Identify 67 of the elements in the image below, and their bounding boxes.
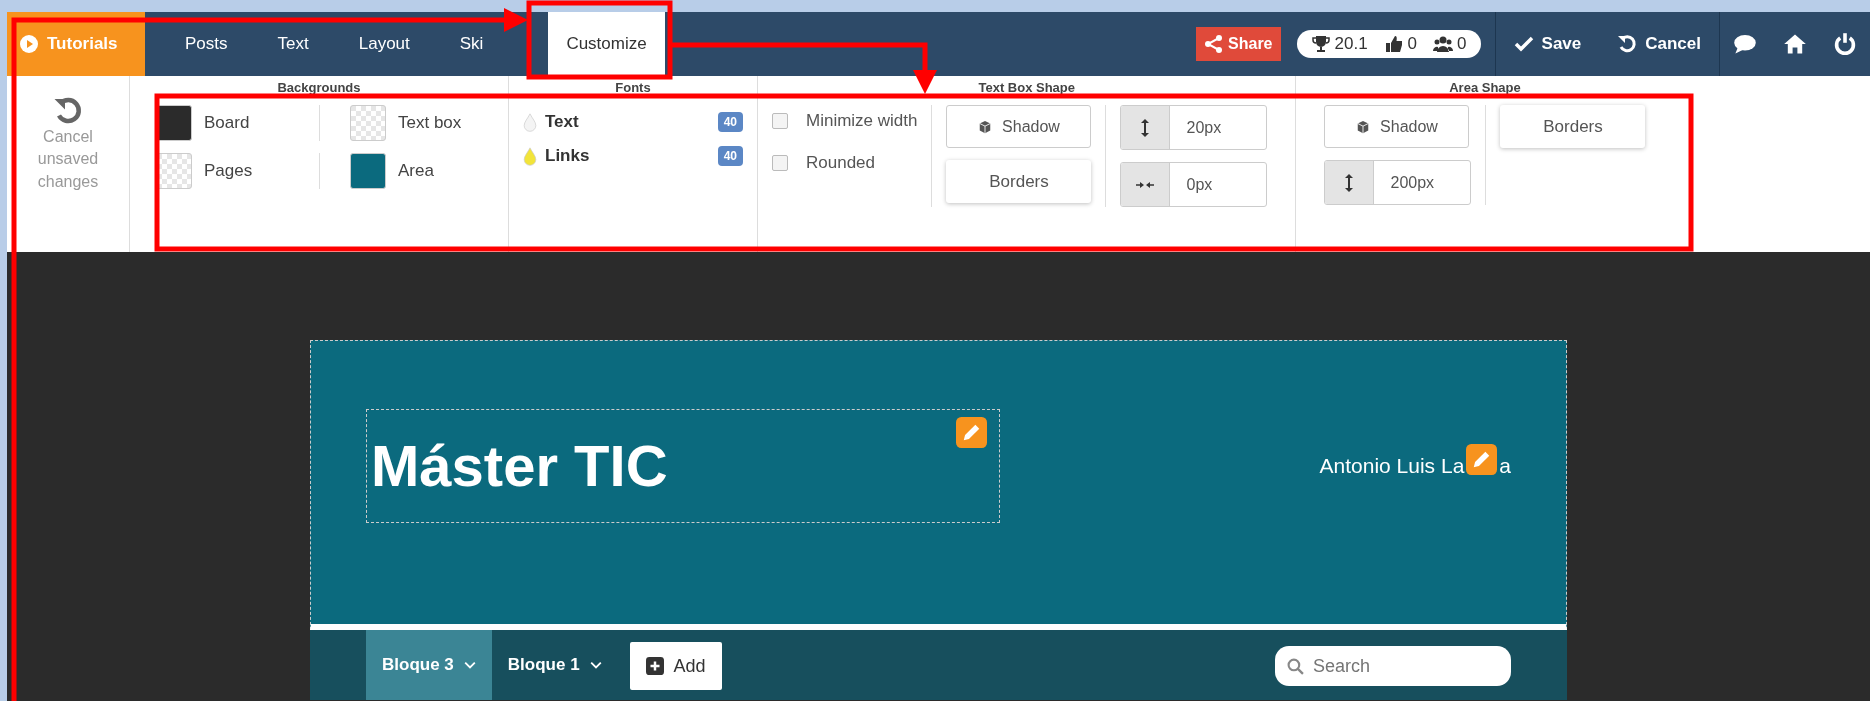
checkmark-icon <box>1513 34 1534 54</box>
section-title: Backgrounds <box>276 79 362 97</box>
chevron-down-icon <box>463 661 476 669</box>
height-field[interactable]: 200px <box>1324 160 1472 205</box>
stat-value: 0 <box>1407 34 1418 54</box>
power-icon[interactable] <box>1833 32 1857 56</box>
author-name-end: a <box>1499 453 1511 478</box>
vertical-resize-icon <box>1344 172 1355 193</box>
tab[interactable]: Ski <box>449 12 494 76</box>
nav-item[interactable]: Bloque 3 <box>366 630 492 700</box>
undo-icon <box>1617 34 1638 54</box>
add-button[interactable]: Add <box>629 642 722 690</box>
swatch-label: Pages <box>204 161 253 181</box>
borders-button[interactable]: Borders <box>1500 105 1646 148</box>
font-size-badge[interactable]: 40 <box>717 146 743 166</box>
compress-icon <box>1135 179 1156 190</box>
spacing-field[interactable]: 0px <box>1120 162 1268 207</box>
share-icon <box>1204 34 1225 54</box>
checkbox[interactable] <box>772 113 788 129</box>
color-swatch[interactable] <box>350 153 386 189</box>
checkbox-label: Minimize width <box>806 111 918 131</box>
undo-icon <box>53 96 83 126</box>
trophy-icon <box>1310 34 1331 54</box>
nav-item[interactable]: Bloque 1 <box>491 630 618 700</box>
tab[interactable]: Layout <box>348 12 420 76</box>
chat-icon[interactable] <box>1733 32 1757 56</box>
color-drop-icon[interactable] <box>523 146 537 166</box>
pencil-icon[interactable] <box>1466 444 1498 475</box>
section-title: Area Shape <box>1448 79 1522 97</box>
color-swatch[interactable] <box>350 105 386 141</box>
users-icon <box>1433 34 1454 54</box>
font-label: Text <box>545 112 580 132</box>
font-label: Links <box>545 146 591 166</box>
plus-icon <box>645 657 664 675</box>
borders-button[interactable]: Borders <box>946 160 1092 203</box>
thumbs-up-icon <box>1383 34 1404 54</box>
font-size-badge[interactable]: 40 <box>717 112 743 132</box>
cube-icon <box>978 119 993 134</box>
section-title: Text Box Shape <box>977 79 1076 97</box>
tab[interactable]: Customize <box>548 12 665 76</box>
checkbox-label: Rounded <box>806 153 875 173</box>
search-icon <box>1287 658 1304 675</box>
shadow-button[interactable]: Shadow <box>1324 105 1470 148</box>
section-title: Fonts <box>614 79 652 97</box>
color-drop-icon[interactable] <box>523 112 537 132</box>
share-button[interactable]: Share <box>1196 27 1281 61</box>
shadow-button[interactable]: Shadow <box>946 105 1092 148</box>
tab[interactable]: Posts <box>175 12 238 76</box>
author-name: Antonio Luis La <box>1319 453 1465 478</box>
page-title: Máster TIC <box>371 432 668 499</box>
vertical-resize-icon <box>1140 117 1151 138</box>
swatch-label: Area <box>398 161 434 181</box>
cube-icon <box>1356 119 1371 134</box>
stat-value: 0 <box>1457 34 1467 54</box>
cancel-button[interactable]: Cancel <box>1599 12 1719 76</box>
swatch-label: Text box <box>398 113 462 133</box>
tab[interactable]: Text <box>267 12 319 76</box>
pencil-icon[interactable] <box>956 416 987 448</box>
home-icon[interactable] <box>1783 32 1807 56</box>
chevron-down-icon <box>589 661 602 669</box>
swatch-label: Board <box>204 113 250 133</box>
stat-value: 20.1 <box>1334 34 1368 54</box>
save-button[interactable]: Save <box>1495 12 1600 76</box>
checkbox[interactable] <box>772 155 788 171</box>
padding-field[interactable]: 20px <box>1120 105 1268 150</box>
search-field[interactable]: Search <box>1275 646 1511 686</box>
play-icon <box>19 34 39 54</box>
